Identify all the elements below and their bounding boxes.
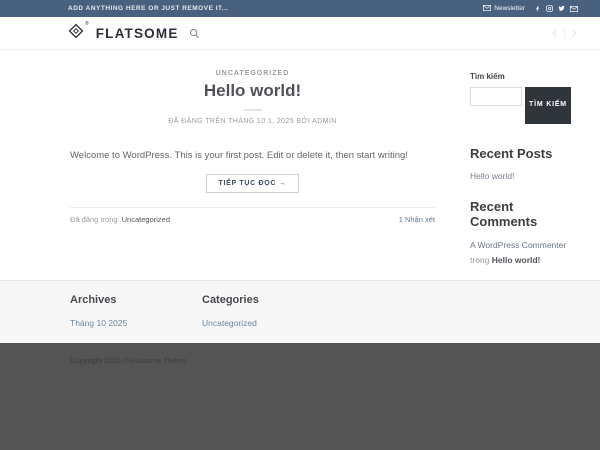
recent-comments-heading: Recent Comments — [470, 199, 538, 229]
facebook-icon[interactable] — [534, 5, 541, 12]
footer-widgets: Archives Tháng 10 2025 Categories Uncate… — [0, 280, 600, 343]
topbar-right: Newsletter — [483, 4, 578, 13]
post-excerpt: Welcome to WordPress. This is your first… — [70, 150, 408, 161]
recent-post-link[interactable]: Hello world! — [470, 171, 514, 181]
comment-post-link[interactable]: Hello world! — [492, 255, 541, 265]
recent-posts-heading: Recent Posts — [470, 146, 553, 161]
copyright-bar: Copyright 2025 © Flatsome Theme — [0, 343, 600, 450]
posted-in-label: Đã đăng trong — [70, 214, 118, 224]
search-input[interactable] — [470, 87, 522, 106]
email-icon[interactable] — [570, 5, 578, 12]
topbar-message: ADD ANYTHING HERE OR JUST REMOVE IT... — [68, 5, 229, 12]
top-bar: ADD ANYTHING HERE OR JUST REMOVE IT... N… — [0, 0, 600, 17]
newsletter-label: Newsletter — [494, 5, 525, 12]
comment-connector: trong — [470, 254, 490, 265]
read-more-row: TIẾP TỤC ĐỌC → — [70, 172, 435, 193]
comments-count-link[interactable]: 1 Nhận xét — [399, 215, 435, 224]
flatsome-gem-icon — [68, 23, 84, 44]
post-nav-divider — [564, 28, 565, 38]
recent-comment-item: A WordPress Commenter trong Hello world! — [470, 238, 578, 268]
post-meta: ĐÃ ĐĂNG TRÊN THÁNG 10 1, 2025 BỞI ADMIN — [168, 118, 337, 125]
flatsome-blog-page: ADD ANYTHING HERE OR JUST REMOVE IT... N… — [0, 0, 600, 450]
search-submit-button[interactable]: TÌM KIẾM — [525, 87, 571, 124]
prev-post-arrow-icon[interactable] — [551, 28, 559, 38]
comment-author-link[interactable]: A WordPress Commenter — [470, 240, 566, 250]
twitter-icon[interactable] — [558, 5, 565, 12]
archive-month-link[interactable]: Tháng 10 2025 — [70, 318, 127, 328]
post-article: UNCATEGORIZED Hello world! ĐÃ ĐĂNG TRÊN … — [70, 50, 435, 224]
next-post-arrow-icon[interactable] — [570, 28, 578, 38]
sidebar: Tìm kiếm TÌM KIẾM Recent Posts Hello wor… — [470, 72, 578, 268]
page-body: UNCATEGORIZED Hello world! ĐÃ ĐĂNG TRÊN … — [0, 50, 600, 280]
posted-in-category-link[interactable]: Uncategorized — [122, 215, 170, 224]
read-more-button[interactable]: TIẾP TỤC ĐỌC → — [206, 173, 299, 193]
archives-heading: Archives — [70, 294, 117, 306]
categories-heading: Categories — [202, 294, 259, 306]
newsletter-envelope-icon — [483, 4, 492, 13]
title-divider — [243, 109, 262, 111]
post-footer-meta: Đã đăng trong Uncategorized 1 Nhận xét — [70, 206, 435, 224]
newsletter-link[interactable]: Newsletter — [483, 4, 525, 13]
post-navigation — [551, 28, 578, 38]
social-icons — [534, 5, 578, 12]
instagram-icon[interactable] — [546, 5, 553, 12]
header-search-icon[interactable] — [189, 28, 200, 39]
archives-widget: Archives Tháng 10 2025 — [70, 294, 202, 343]
site-header: ® FLATSOME — [0, 17, 600, 50]
posted-in: Đã đăng trong Uncategorized — [70, 215, 170, 224]
categories-widget: Categories Uncategorized — [202, 294, 334, 343]
site-logo[interactable]: ® FLATSOME — [68, 20, 179, 44]
search-label: Tìm kiếm — [470, 72, 505, 81]
registered-mark: ® — [85, 20, 89, 27]
site-logo-text: FLATSOME — [95, 25, 179, 41]
copyright-text: Copyright 2025 © Flatsome Theme — [70, 356, 187, 365]
post-title[interactable]: Hello world! — [70, 81, 435, 101]
footer-category-link[interactable]: Uncategorized — [202, 318, 257, 328]
search-widget: TÌM KIẾM — [470, 87, 578, 124]
post-category-link[interactable]: UNCATEGORIZED — [70, 70, 435, 77]
